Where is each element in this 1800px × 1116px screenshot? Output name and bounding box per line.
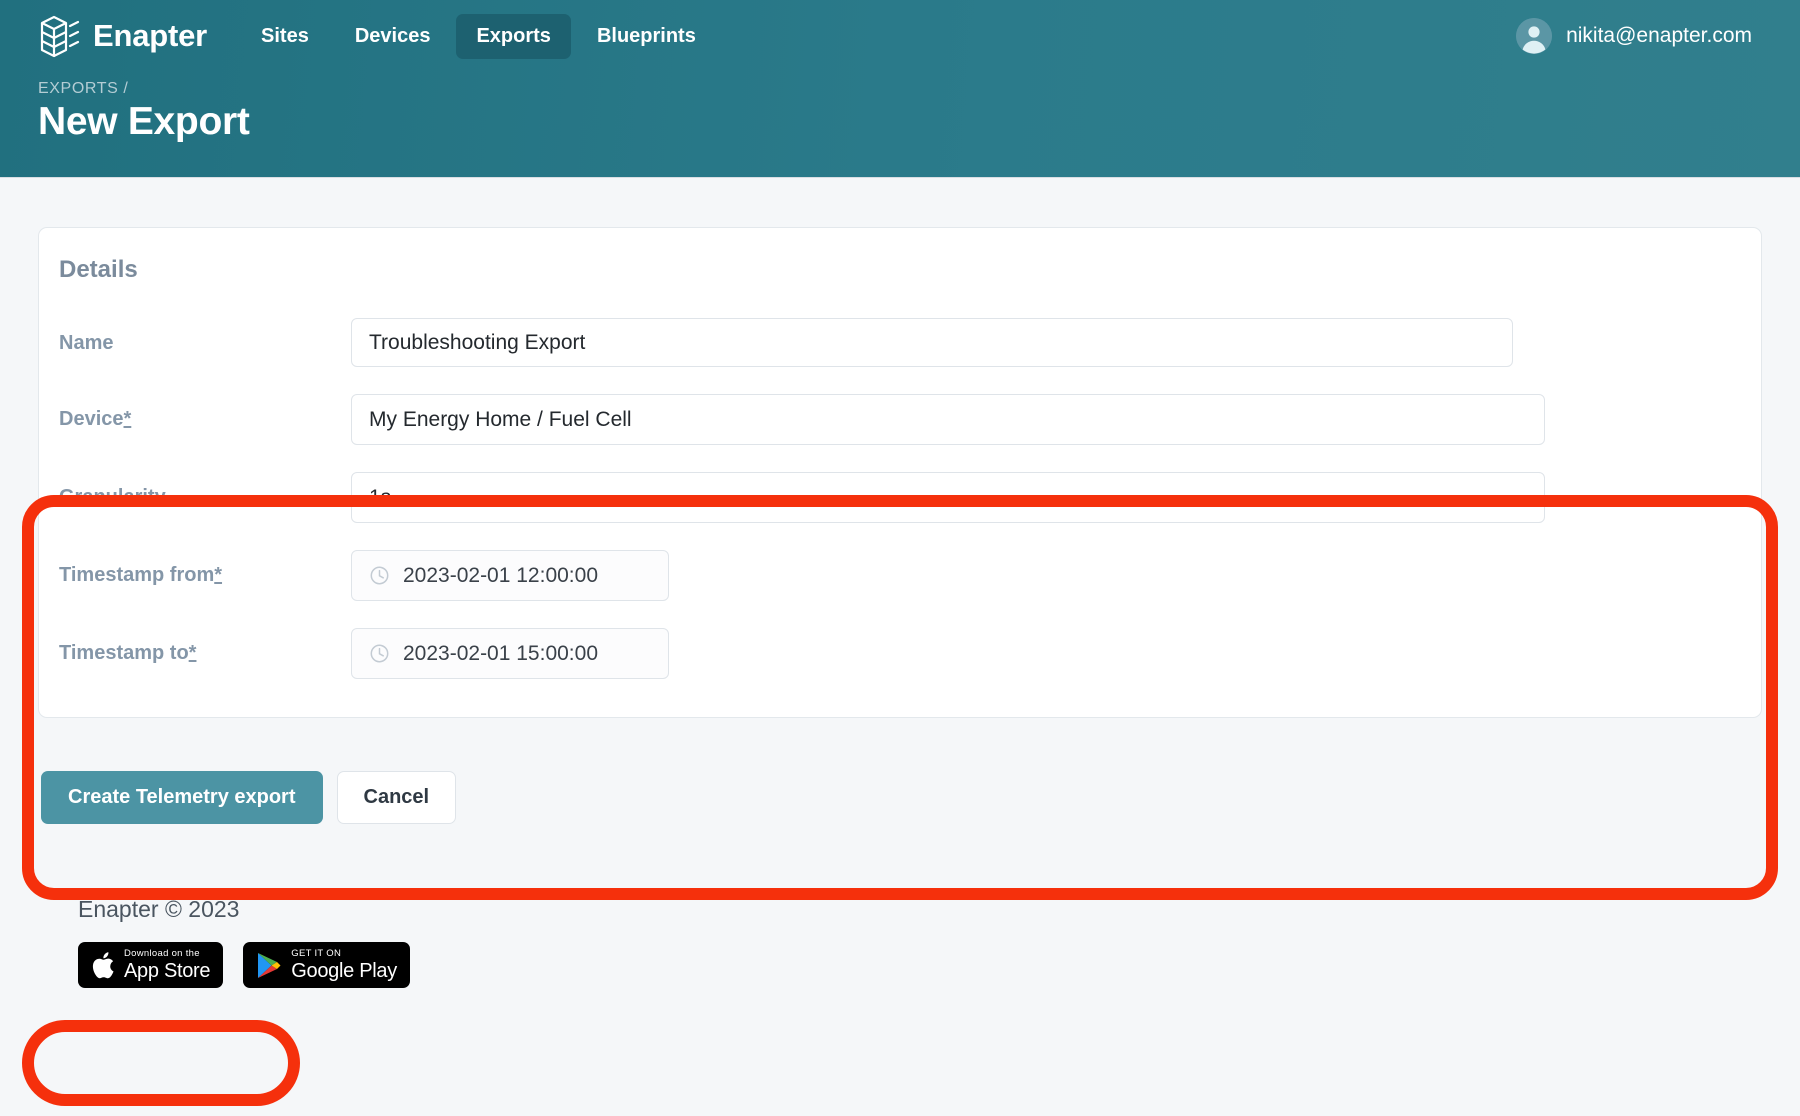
details-card: Details Name Troubleshooting Export Devi… <box>38 227 1762 718</box>
breadcrumb[interactable]: EXPORTS / <box>0 72 1800 98</box>
nav-item-exports[interactable]: Exports <box>456 14 570 59</box>
label-name-text: Name <box>59 332 113 354</box>
form-row-device: Device* My Energy Home / Fuel Cell <box>59 394 1741 445</box>
nav-items: Sites Devices Exports Blueprints <box>241 14 716 59</box>
label-timestamp-to: Timestamp to* <box>59 628 351 665</box>
timestamp-from-value: 2023-02-01 12:00:00 <box>403 564 598 588</box>
label-timestamp-to-text: Timestamp to <box>59 642 189 664</box>
granularity-select-value: 1s <box>369 486 391 510</box>
form-row-timestamp-to: Timestamp to* 2023-02-01 15:00:00 <box>59 628 1741 679</box>
google-play-triangle-icon <box>256 951 282 980</box>
name-input[interactable]: Troubleshooting Export <box>351 318 1513 367</box>
store-badges: Download on the App Store GET IT ON Goog… <box>78 942 1762 988</box>
label-timestamp-from-required: * <box>214 564 222 586</box>
label-device: Device* <box>59 394 351 431</box>
account-menu[interactable]: nikita@enapter.com <box>1516 18 1762 54</box>
app-store-badge-small: Download on the <box>124 949 210 959</box>
label-timestamp-from: Timestamp from* <box>59 550 351 587</box>
label-granularity-text: Granularity <box>59 486 166 508</box>
label-granularity: Granularity <box>59 472 351 509</box>
app-store-badge-text: Download on the App Store <box>124 949 210 981</box>
app-header: Enapter Sites Devices Exports Blueprints… <box>0 0 1800 178</box>
google-play-badge-big: Google Play <box>291 961 397 981</box>
copyright-text: Enapter © 2023 <box>78 896 1762 923</box>
device-select[interactable]: My Energy Home / Fuel Cell <box>351 394 1545 445</box>
top-navbar: Enapter Sites Devices Exports Blueprints… <box>0 0 1800 72</box>
granularity-select[interactable]: 1s <box>351 472 1545 523</box>
brand-logo-link[interactable]: Enapter <box>38 14 207 58</box>
export-form: Name Troubleshooting Export Device* My E… <box>39 284 1761 679</box>
label-timestamp-from-text: Timestamp from <box>59 564 214 586</box>
annotation-highlight-create-button <box>22 1020 300 1106</box>
form-row-timestamp-from: Timestamp from* 2023-02-01 12:00:00 <box>59 550 1741 601</box>
form-row-name: Name Troubleshooting Export <box>59 318 1741 367</box>
account-email: nikita@enapter.com <box>1566 24 1752 48</box>
nav-item-sites[interactable]: Sites <box>241 14 329 59</box>
form-row-granularity: Granularity 1s <box>59 472 1741 523</box>
name-input-value: Troubleshooting Export <box>369 331 585 355</box>
clock-icon <box>369 643 390 664</box>
clock-icon <box>369 565 390 586</box>
device-select-value: My Energy Home / Fuel Cell <box>369 408 632 432</box>
google-play-badge-small: GET IT ON <box>291 949 397 959</box>
timestamp-to-value: 2023-02-01 15:00:00 <box>403 642 598 666</box>
app-store-badge[interactable]: Download on the App Store <box>78 942 223 988</box>
cancel-button[interactable]: Cancel <box>337 771 457 824</box>
page-title: New Export <box>0 98 1800 144</box>
details-card-title: Details <box>39 256 1761 284</box>
create-telemetry-export-button[interactable]: Create Telemetry export <box>41 771 323 824</box>
label-name: Name <box>59 318 351 355</box>
label-device-text: Device <box>59 408 124 430</box>
form-actions: Create Telemetry export Cancel <box>38 771 1762 824</box>
user-avatar-icon <box>1516 18 1552 54</box>
google-play-badge[interactable]: GET IT ON Google Play <box>243 942 410 988</box>
page-footer: Enapter © 2023 Download on the App Store <box>38 824 1762 988</box>
label-device-required: * <box>124 408 132 430</box>
stacked-layers-logo-icon <box>38 14 80 58</box>
app-store-badge-big: App Store <box>124 961 210 981</box>
brand-name: Enapter <box>93 18 207 54</box>
apple-logo-icon <box>91 951 115 980</box>
label-timestamp-to-required: * <box>189 642 197 664</box>
main-content: Details Name Troubleshooting Export Devi… <box>0 227 1800 988</box>
nav-item-blueprints[interactable]: Blueprints <box>577 14 716 59</box>
timestamp-from-input[interactable]: 2023-02-01 12:00:00 <box>351 550 669 601</box>
timestamp-to-input[interactable]: 2023-02-01 15:00:00 <box>351 628 669 679</box>
nav-item-devices[interactable]: Devices <box>335 14 451 59</box>
google-play-badge-text: GET IT ON Google Play <box>291 949 397 981</box>
